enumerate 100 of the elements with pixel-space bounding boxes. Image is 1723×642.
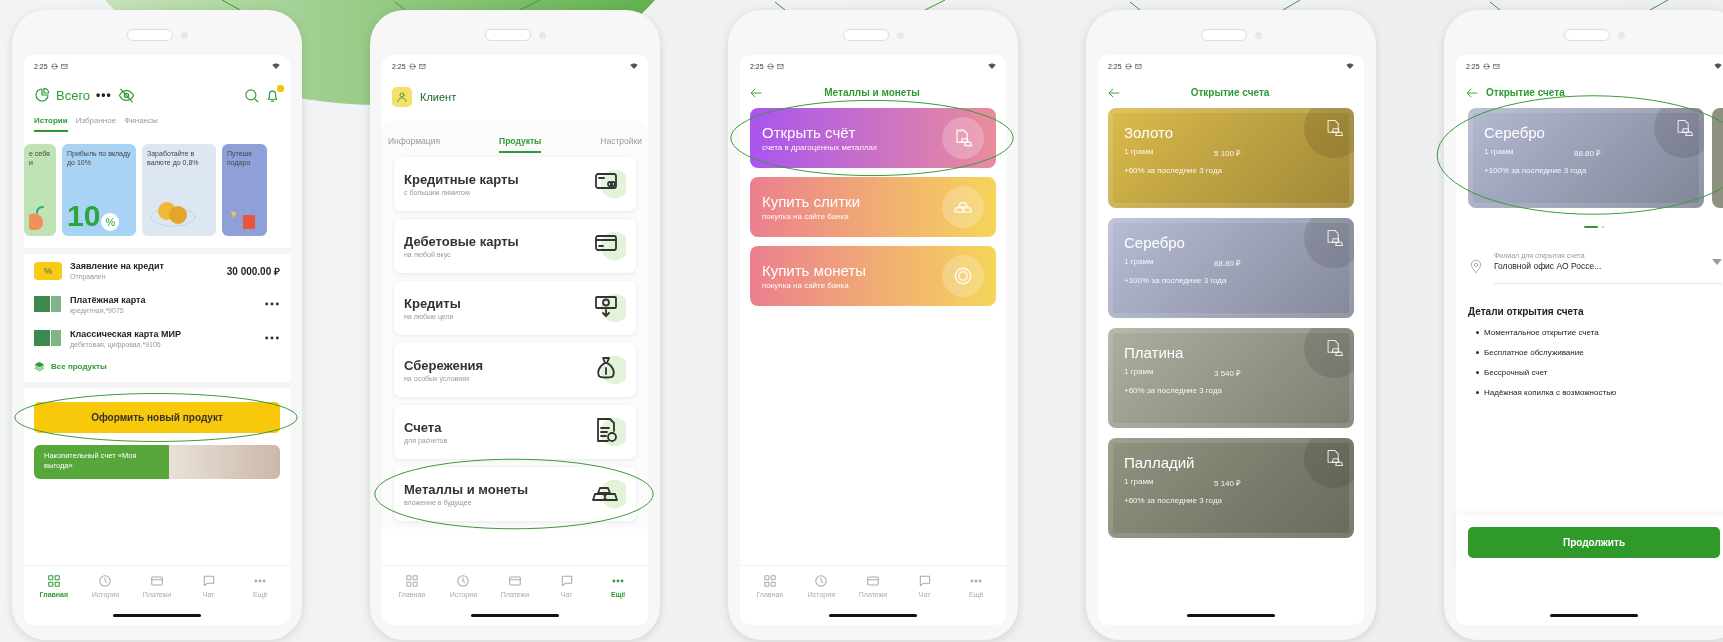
new-product-button[interactable]: Оформить новый продукт bbox=[34, 402, 280, 433]
metal-growth: +60% за последние 3 года bbox=[1124, 496, 1223, 505]
dropdown-caret-icon bbox=[1712, 258, 1722, 265]
metal-name: Палладий bbox=[1124, 454, 1196, 471]
clock-icon bbox=[456, 574, 471, 588]
all-products-link[interactable]: Все продукты bbox=[51, 362, 107, 371]
metal-price: 5 140 ₽ bbox=[1214, 478, 1242, 488]
phone-speaker bbox=[127, 29, 173, 41]
globe-icon bbox=[408, 62, 416, 70]
metal-price: 88.80 ₽ bbox=[1214, 258, 1242, 268]
tile-subtitle: покупка на сайте банка bbox=[762, 281, 850, 290]
product-amount: 30 000.00 ₽ bbox=[226, 264, 280, 278]
eye-off-icon[interactable] bbox=[117, 87, 135, 103]
product-title: Кредитные карты bbox=[404, 172, 520, 187]
metal-growth: +100% за последние 3 года bbox=[1124, 276, 1228, 285]
bullet-icon bbox=[1476, 391, 1479, 394]
screen-title: Открытие счета bbox=[1189, 87, 1271, 98]
globe-icon bbox=[1124, 62, 1132, 70]
hidden-balance: ••• bbox=[96, 88, 112, 102]
metal-card[interactable]: Серебро 1 грамм 88.80 ₽ +100% за последние 3 года bbox=[1468, 108, 1704, 208]
tile-subtitle: счета в драгоценных металлах bbox=[762, 143, 878, 152]
product-title: Счета bbox=[404, 420, 443, 435]
balance-title: Всего bbox=[56, 87, 91, 103]
tab[interactable]: Избранное bbox=[75, 113, 117, 132]
back-arrow-icon[interactable] bbox=[1108, 87, 1120, 98]
screen-title: Металлы и монеты bbox=[823, 87, 921, 98]
globe-icon bbox=[1482, 62, 1490, 70]
metal-name: Платина bbox=[1124, 344, 1185, 361]
product-title: Кредиты bbox=[404, 296, 462, 311]
details-title: Детали открытия счета bbox=[1468, 306, 1585, 317]
tab[interactable]: Финансы bbox=[124, 113, 158, 132]
layers-icon bbox=[34, 361, 45, 372]
metal-unit: 1 грамм bbox=[1124, 257, 1155, 268]
story-art-text: 10 bbox=[67, 201, 101, 231]
product-title: Платёжная карта bbox=[70, 294, 147, 305]
metal-price: 5 100 ₽ bbox=[1214, 148, 1242, 158]
card-icon bbox=[508, 574, 522, 588]
pie-chart-icon[interactable] bbox=[34, 87, 50, 103]
wifi-icon bbox=[272, 63, 280, 69]
back-arrow-icon[interactable] bbox=[1466, 87, 1478, 98]
tab[interactable]: Информация bbox=[388, 133, 441, 153]
more-icon[interactable] bbox=[264, 335, 280, 341]
detail-item: Надёжная копилка с возможностью bbox=[1484, 388, 1617, 397]
tab[interactable]: Настройки bbox=[600, 133, 642, 153]
metal-card[interactable]: Платина 1 грамм 3 540 ₽ +60% за последние 3 года bbox=[1108, 328, 1354, 428]
grid-icon bbox=[404, 574, 419, 588]
tab[interactable]: Истории bbox=[34, 113, 68, 132]
bell-icon[interactable] bbox=[265, 87, 280, 103]
wifi-icon bbox=[1714, 63, 1722, 69]
search-icon[interactable] bbox=[244, 87, 259, 103]
bank-card-icon bbox=[34, 328, 62, 348]
menu-tile[interactable]: Открыть счёт счета в драгоценных металлах bbox=[750, 108, 996, 168]
phone-speaker bbox=[1201, 29, 1247, 41]
detail-item: Моментальное открытие счета bbox=[1484, 328, 1599, 337]
tile-title: Открыть счёт bbox=[762, 124, 857, 141]
mail-icon bbox=[1134, 62, 1142, 70]
mail-icon bbox=[60, 62, 68, 70]
metal-unit: 1 грамм bbox=[1124, 477, 1155, 488]
notification-badge bbox=[277, 84, 284, 92]
tile-title: Купить монеты bbox=[762, 262, 868, 279]
chat-icon bbox=[559, 574, 574, 588]
metal-card[interactable]: Золото 1 грамм 5 100 ₽ +60% за последние 3 года bbox=[1108, 108, 1354, 208]
mail-icon bbox=[1492, 62, 1500, 70]
bullet-icon bbox=[1476, 331, 1479, 334]
metal-growth: +60% за последние 3 года bbox=[1124, 386, 1223, 395]
tile-title: Купить слитки bbox=[762, 193, 862, 210]
grid-icon bbox=[762, 574, 777, 588]
more-icon[interactable] bbox=[264, 301, 280, 307]
product-title: Сбережения bbox=[404, 358, 485, 373]
mail-icon bbox=[776, 62, 784, 70]
metal-card[interactable]: Серебро 1 грамм 88.80 ₽ +100% за последние 3 года bbox=[1108, 218, 1354, 318]
percent-tag: % bbox=[34, 261, 62, 280]
client-name: Клиент bbox=[420, 91, 457, 103]
bullet-icon bbox=[1476, 371, 1479, 374]
detail-item: Бессрочный счет bbox=[1484, 368, 1548, 377]
globe-icon bbox=[50, 62, 58, 70]
product-title: Металлы и монеты bbox=[404, 482, 530, 497]
metal-name: Серебро bbox=[1484, 124, 1546, 141]
metal-unit: 1 грамм bbox=[1124, 147, 1155, 158]
tile-subtitle: покупка на сайте банка bbox=[762, 212, 850, 221]
wifi-icon bbox=[1346, 63, 1354, 69]
metal-price: 3 540 ₽ bbox=[1214, 368, 1242, 378]
product-title: Классическая карта МИР bbox=[70, 328, 182, 339]
menu-tile[interactable]: Купить слитки покупка на сайте банка bbox=[750, 177, 996, 237]
menu-tile[interactable]: Купить монеты покупка на сайте банка bbox=[750, 246, 996, 306]
back-arrow-icon[interactable] bbox=[750, 87, 762, 98]
phone-speaker bbox=[843, 29, 889, 41]
wifi-icon bbox=[630, 63, 638, 69]
grid-icon bbox=[46, 574, 61, 588]
chat-icon bbox=[201, 574, 216, 588]
metal-card[interactable]: Палладий 1 грамм 5 140 ₽ +60% за последние 3 года bbox=[1108, 438, 1354, 538]
bank-card-icon bbox=[34, 294, 62, 314]
metal-name: Золото bbox=[1124, 124, 1175, 141]
phone-speaker bbox=[1564, 29, 1610, 41]
metal-price: 88.80 ₽ bbox=[1574, 148, 1602, 158]
continue-button[interactable]: Продолжить bbox=[1468, 527, 1720, 558]
card-icon bbox=[866, 574, 880, 588]
phone-speaker bbox=[485, 29, 531, 41]
wifi-icon bbox=[988, 63, 996, 69]
clock-icon bbox=[814, 574, 829, 588]
